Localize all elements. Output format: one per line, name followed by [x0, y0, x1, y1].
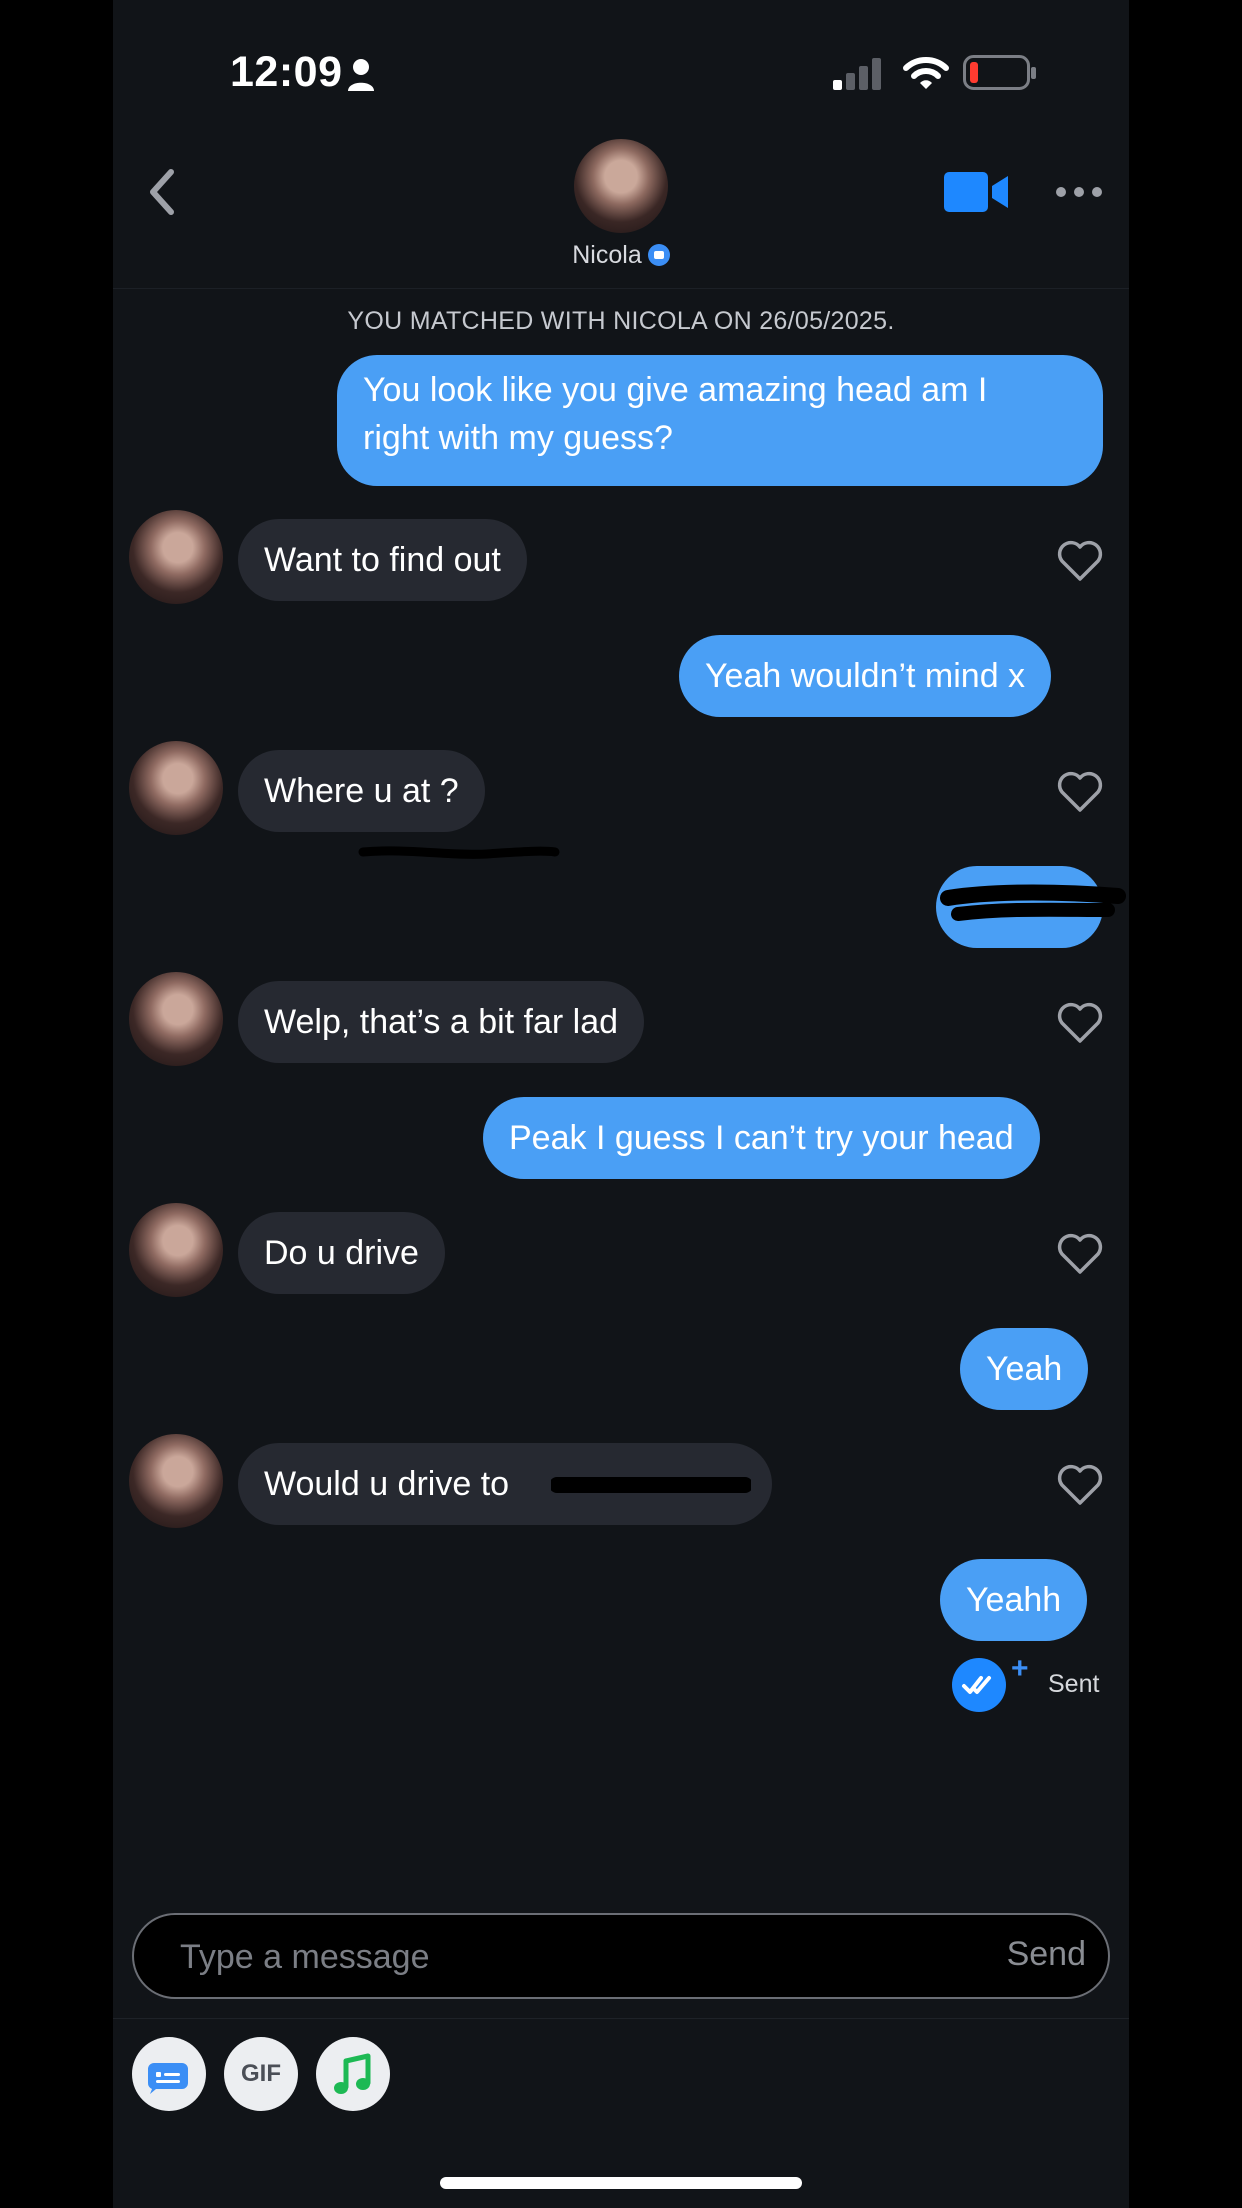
battery-low-icon [963, 55, 1036, 90]
status-time: 12:09 [230, 48, 343, 96]
photo-verified-icon [647, 244, 670, 266]
message-text: Would u drive to [264, 1465, 510, 1503]
send-button[interactable]: Send [1007, 1935, 1086, 1974]
home-indicator[interactable] [440, 2177, 802, 2189]
message-input[interactable] [178, 1915, 882, 1999]
video-call-icon[interactable] [944, 172, 1010, 212]
header-divider [113, 288, 1129, 289]
redaction-scribble [940, 884, 1126, 921]
sent-message[interactable]: Yeah [960, 1328, 1089, 1410]
contact-avatar-small[interactable] [129, 510, 223, 604]
received-message[interactable]: Do u drive [238, 1212, 445, 1294]
like-heart-icon[interactable] [1057, 1002, 1103, 1044]
read-receipt-icon[interactable] [951, 1657, 1007, 1713]
gif-button[interactable]: GIF [224, 2037, 298, 2111]
message-card-icon [147, 2063, 188, 2094]
wifi-icon [903, 57, 949, 89]
contact-name-row[interactable]: Nicola [113, 241, 1129, 270]
contact-avatar[interactable] [574, 139, 668, 233]
received-message[interactable]: Want to find out [238, 519, 527, 601]
message-line: You look like you give amazing head am I [363, 371, 988, 409]
sticker-button[interactable] [132, 2037, 206, 2111]
signal-icon [833, 58, 881, 90]
music-button[interactable] [316, 2037, 390, 2111]
message-line: right with my guess? [363, 419, 673, 457]
sent-status: Sent [1048, 1670, 1100, 1698]
like-heart-icon[interactable] [1057, 771, 1103, 813]
sent-message[interactable]: Yeahh [940, 1559, 1088, 1641]
like-heart-icon[interactable] [1057, 540, 1103, 582]
redaction-scribble [551, 1477, 751, 1493]
contact-avatar-small[interactable] [129, 972, 223, 1066]
music-note-icon [334, 2053, 371, 2094]
person-icon [348, 59, 374, 91]
plus-icon[interactable]: + [1011, 1652, 1029, 1686]
sent-message[interactable]: Yeah wouldn’t mind x [679, 635, 1052, 717]
redaction-scribble [358, 846, 560, 859]
contact-name: Nicola [572, 241, 642, 269]
like-heart-icon[interactable] [1057, 1464, 1103, 1506]
contact-avatar-small[interactable] [129, 1434, 223, 1528]
message-composer: Send [132, 1913, 1110, 1999]
chat-screen: 12:09 Nicola YOU MATCHED WITH NICOLA ON … [113, 0, 1129, 2208]
tools-divider [113, 2018, 1129, 2019]
contact-avatar-small[interactable] [129, 741, 223, 835]
received-message[interactable]: Welp, that’s a bit far lad [238, 981, 645, 1063]
received-message[interactable]: Where u at ? [238, 750, 485, 832]
more-options-icon[interactable] [1055, 186, 1103, 198]
like-heart-icon[interactable] [1057, 1233, 1103, 1275]
match-banner: YOU MATCHED WITH NICOLA ON 26/05/2025. [347, 307, 895, 335]
sent-message[interactable]: Peak I guess I can’t try your head [483, 1097, 1040, 1179]
contact-avatar-small[interactable] [129, 1203, 223, 1297]
back-chevron-icon[interactable] [147, 168, 177, 216]
sent-message[interactable]: You look like you give amazing head am I… [337, 355, 1103, 486]
